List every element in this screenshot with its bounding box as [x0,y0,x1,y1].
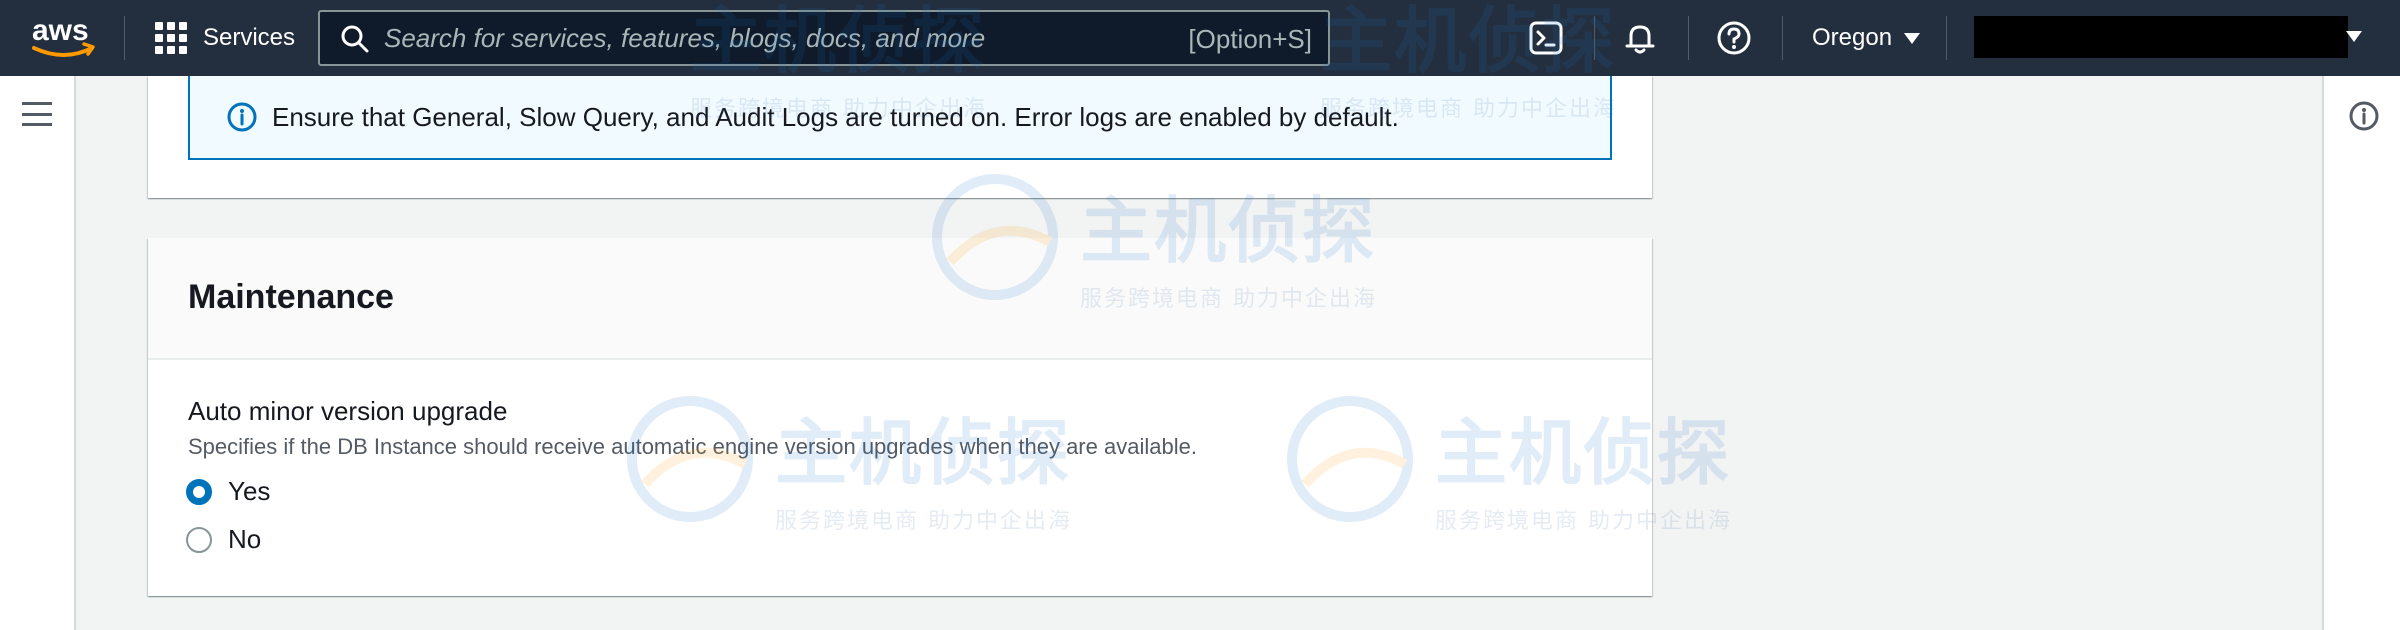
notifications-bell-icon[interactable] [1622,20,1658,56]
nav-divider [1688,16,1689,60]
radio-option-yes[interactable]: Yes [186,476,270,507]
radio-button-unchecked[interactable] [186,526,212,553]
info-icon[interactable] [2348,100,2380,132]
search-input[interactable] [384,12,1164,64]
services-label: Services [203,24,296,51]
nav-divider [1594,16,1595,60]
search-box[interactable]: [Option+S] [318,10,1330,66]
left-navigation-rail [0,76,76,630]
info-alert: Ensure that General, Slow Query, and Aud… [188,76,1612,160]
field-label: Auto minor version upgrade [188,396,508,426]
account-menu-redacted[interactable] [1974,16,2348,58]
radio-button-checked[interactable] [186,478,212,505]
help-icon[interactable] [1716,20,1752,56]
right-help-rail [2322,76,2400,630]
services-menu-button[interactable]: Services [155,18,295,58]
nav-divider [1782,16,1783,60]
search-shortcut-hint: [Option+S] [1188,24,1312,54]
caret-down-icon[interactable] [2346,31,2362,42]
radio-label: Yes [228,476,271,506]
caret-down-icon [1904,32,1921,44]
radio-option-no[interactable]: No [186,524,261,555]
alert-message: Ensure that General, Slow Query, and Aud… [272,101,1399,132]
search-icon [341,25,369,53]
log-exports-panel: Ensure that General, Slow Query, and Aud… [148,76,1652,198]
maintenance-panel: Maintenance Auto minor version upgrade S… [148,238,1652,596]
hamburger-menu-icon[interactable] [22,102,52,126]
panel-header: Maintenance [148,238,1652,360]
apps-grid-icon [155,22,187,54]
nav-divider [1946,16,1947,60]
field-description: Specifies if the DB Instance should rece… [188,434,1197,459]
info-circle-icon [227,102,257,132]
svg-text:aws: aws [32,14,89,47]
aws-logo[interactable]: aws [30,12,98,64]
panel-title: Maintenance [188,278,394,316]
nav-divider [124,16,125,60]
region-selector[interactable]: Oregon [1812,18,1921,58]
radio-label: No [228,524,262,554]
region-label: Oregon [1812,24,1893,51]
top-navigation-bar: aws Services [Option+S] Oregon [0,0,2400,76]
cloudshell-icon[interactable] [1528,20,1564,56]
